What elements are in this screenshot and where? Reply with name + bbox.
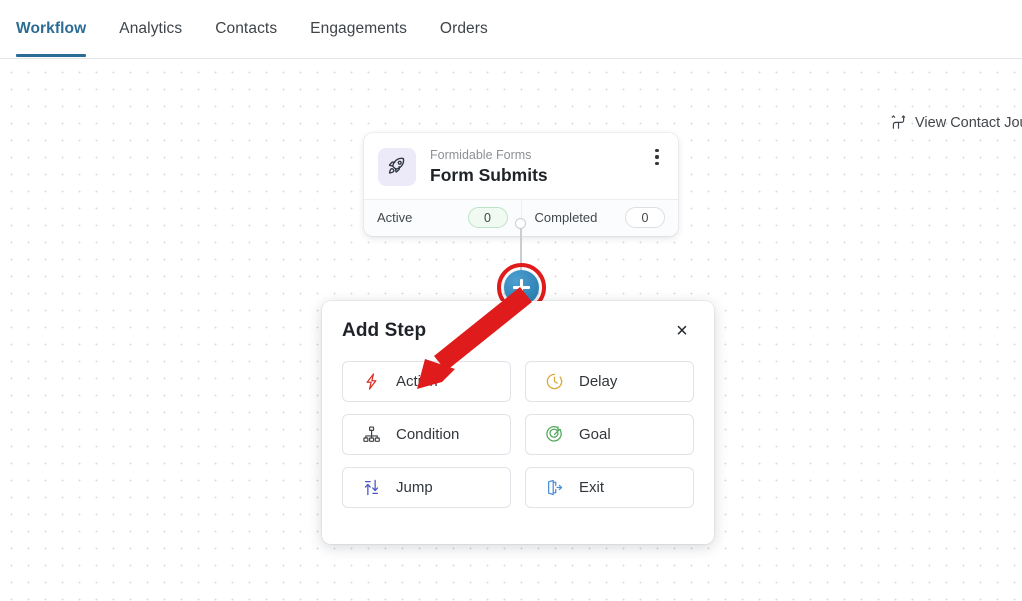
rocket-icon: [378, 147, 416, 186]
stat-completed: Completed 0: [520, 200, 679, 236]
tab-contacts-label: Contacts: [215, 20, 278, 37]
trigger-node-header: Formidable Forms Form Submits: [364, 133, 678, 199]
add-step-option-jump[interactable]: Jump: [342, 467, 511, 508]
view-contact-journey-link[interactable]: View Contact Jou: [890, 114, 1022, 131]
add-step-modal-header: Add Step ×: [322, 301, 714, 343]
add-step-option-exit-label: Exit: [579, 479, 605, 496]
trigger-node-text: Formidable Forms Form Submits: [430, 147, 548, 186]
add-step-option-jump-label: Jump: [396, 479, 433, 496]
tab-orders[interactable]: Orders: [440, 0, 488, 56]
clock-icon: [543, 371, 565, 393]
target-goal-icon: [543, 424, 565, 446]
add-step-option-condition-label: Condition: [396, 426, 460, 443]
trigger-node-app-name: Formidable Forms: [430, 148, 532, 162]
tab-workflow-label: Workflow: [16, 20, 87, 37]
tab-engagements[interactable]: Engagements: [310, 0, 407, 56]
tab-workflow[interactable]: Workflow: [16, 0, 87, 57]
kebab-menu-icon[interactable]: [649, 146, 665, 168]
add-step-modal: Add Step × Action Delay Condition Goal J…: [322, 301, 714, 544]
add-step-option-delay-label: Delay: [579, 373, 618, 390]
connector-dot: [515, 218, 526, 229]
add-step-option-goal-label: Goal: [579, 426, 611, 443]
add-step-option-action[interactable]: Action: [342, 361, 511, 402]
add-step-modal-title: Add Step: [342, 320, 427, 341]
tab-contacts[interactable]: Contacts: [215, 0, 277, 56]
workflow-builder-page: Workflow Analytics Contacts Engagements …: [0, 0, 1022, 601]
add-step-options-grid: Action Delay Condition Goal Jump Exit: [322, 343, 714, 528]
tab-engagements-label: Engagements: [310, 20, 407, 37]
stat-active-label: Active: [377, 210, 413, 225]
add-step-option-goal[interactable]: Goal: [525, 414, 694, 455]
trigger-node-title: Form Submits: [430, 165, 548, 185]
main-tab-bar: Workflow Analytics Contacts Engagements …: [0, 0, 1022, 59]
stat-completed-value: 0: [625, 207, 665, 228]
jump-arrows-icon: [360, 477, 382, 499]
add-step-option-delay[interactable]: Delay: [525, 361, 694, 402]
add-step-option-exit[interactable]: Exit: [525, 467, 694, 508]
sitemap-icon: [360, 424, 382, 446]
lightning-bolt-icon: [360, 371, 382, 393]
exit-door-icon: [543, 477, 565, 499]
tab-analytics-label: Analytics: [119, 20, 183, 37]
stat-completed-label: Completed: [534, 210, 598, 225]
view-contact-journey-label: View Contact Jou: [915, 114, 1022, 131]
stat-active: Active 0: [364, 200, 521, 236]
plus-icon[interactable]: [504, 270, 539, 305]
tab-orders-label: Orders: [439, 20, 488, 37]
journey-branch-icon: [890, 114, 907, 131]
tab-analytics[interactable]: Analytics: [119, 0, 182, 56]
add-step-option-condition[interactable]: Condition: [342, 414, 511, 455]
add-step-option-action-label: Action: [396, 373, 438, 390]
stat-active-value: 0: [467, 207, 508, 228]
close-icon[interactable]: ×: [670, 319, 694, 343]
